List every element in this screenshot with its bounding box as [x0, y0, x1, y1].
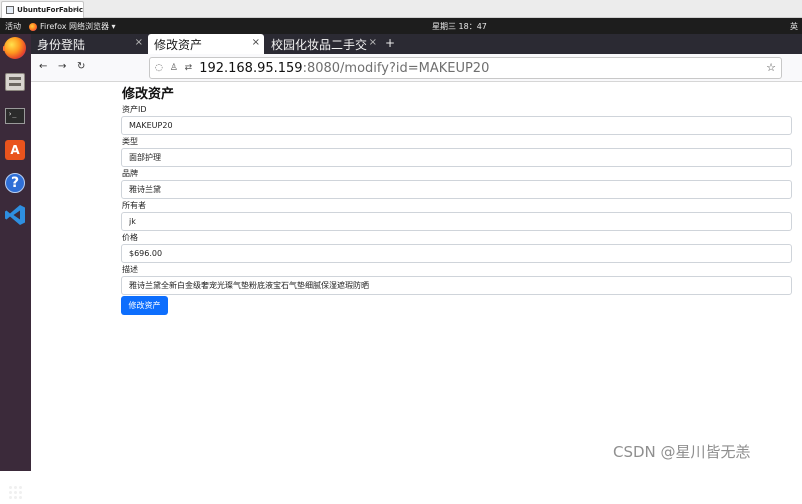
- ubuntu-dock: ›_ A ?: [0, 34, 31, 499]
- brand-label: 品牌: [122, 169, 138, 178]
- bookmark-star-icon[interactable]: ☆: [766, 61, 776, 74]
- csdn-watermark: CSDN @星川皆无恙: [613, 443, 751, 461]
- tab-close-icon[interactable]: ×: [369, 37, 377, 48]
- tab-campus-market[interactable]: 校园化妆品二手交 ×: [265, 34, 381, 54]
- tab-label: 身份登陆: [37, 37, 86, 52]
- new-tab-button[interactable]: +: [385, 36, 395, 50]
- url-host: 192.168.95.159: [199, 60, 303, 76]
- help-icon: ?: [5, 173, 25, 193]
- site-info-icon[interactable]: ◌ ♙ ⇄: [155, 63, 194, 73]
- vm-icon: [6, 6, 15, 14]
- dock-files[interactable]: [3, 70, 27, 94]
- type-label: 类型: [122, 137, 138, 146]
- dock-firefox[interactable]: [3, 36, 27, 60]
- clock[interactable]: 星期三 18：47: [432, 21, 487, 32]
- tab-login[interactable]: 身份登陆 ×: [31, 34, 147, 54]
- price-label: 价格: [122, 233, 138, 242]
- files-icon: [5, 73, 25, 91]
- url-path: :8080/modify?id=MAKEUP20: [302, 60, 490, 76]
- description-label: 描述: [122, 265, 138, 274]
- vscode-icon: [5, 205, 25, 225]
- asset-id-label: 资产ID: [122, 105, 147, 114]
- active-indicator: [3, 46, 5, 51]
- browser-tab-strip: 身份登陆 × 修改资产 × 校园化妆品二手交 × +: [31, 34, 802, 54]
- description-input[interactable]: [121, 276, 792, 295]
- owner-input[interactable]: [121, 212, 792, 231]
- app-menu[interactable]: Firefox 网络浏览器 ▾: [29, 21, 116, 32]
- dock-terminal[interactable]: ›_: [3, 104, 27, 128]
- vm-tab-close-icon[interactable]: ×: [72, 5, 79, 14]
- app-menu-label: Firefox 网络浏览器 ▾: [40, 22, 116, 31]
- page-content: 修改资产 资产ID 类型 品牌 所有者 价格 描述 修改资产: [31, 82, 802, 471]
- software-center-icon: A: [5, 140, 25, 160]
- owner-label: 所有者: [122, 201, 146, 210]
- dock-software[interactable]: A: [3, 138, 27, 162]
- apps-grid-icon: [8, 485, 22, 499]
- asset-id-input[interactable]: [121, 116, 792, 135]
- price-input[interactable]: [121, 244, 792, 263]
- brand-input[interactable]: [121, 180, 792, 199]
- tab-label: 校园化妆品二手交: [271, 37, 368, 52]
- ubuntu-top-bar: 活动 Firefox 网络浏览器 ▾ 星期三 18：47 英: [0, 18, 802, 34]
- dock-help[interactable]: ?: [3, 171, 27, 195]
- vm-tab[interactable]: UbuntuForFabric ×: [1, 1, 84, 18]
- tab-modify-asset[interactable]: 修改资产 ×: [148, 34, 264, 54]
- url-bar[interactable]: ◌ ♙ ⇄ 192.168.95.159 :8080/modify?id=MAK…: [149, 57, 782, 79]
- activities-button[interactable]: 活动: [5, 21, 21, 32]
- tab-close-icon[interactable]: ×: [135, 37, 143, 48]
- forward-button[interactable]: →: [58, 61, 66, 72]
- firefox-mini-icon: [29, 22, 37, 31]
- dock-show-apps[interactable]: [3, 480, 27, 504]
- back-button[interactable]: ←: [39, 61, 47, 72]
- tab-label: 修改资产: [154, 37, 203, 52]
- vm-tab-strip: UbuntuForFabric ×: [0, 0, 802, 18]
- tab-close-icon[interactable]: ×: [252, 37, 260, 48]
- modify-asset-button[interactable]: 修改资产: [121, 296, 168, 315]
- input-language-indicator[interactable]: 英: [790, 21, 798, 32]
- dock-vscode[interactable]: [3, 203, 27, 227]
- browser-nav-bar: ← → ↻ ◌ ♙ ⇄ 192.168.95.159 :8080/modify?…: [31, 54, 802, 82]
- firefox-icon: [4, 37, 26, 59]
- type-input[interactable]: [121, 148, 792, 167]
- reload-button[interactable]: ↻: [77, 61, 85, 72]
- page-title: 修改资产: [122, 87, 175, 102]
- terminal-icon: ›_: [5, 108, 25, 124]
